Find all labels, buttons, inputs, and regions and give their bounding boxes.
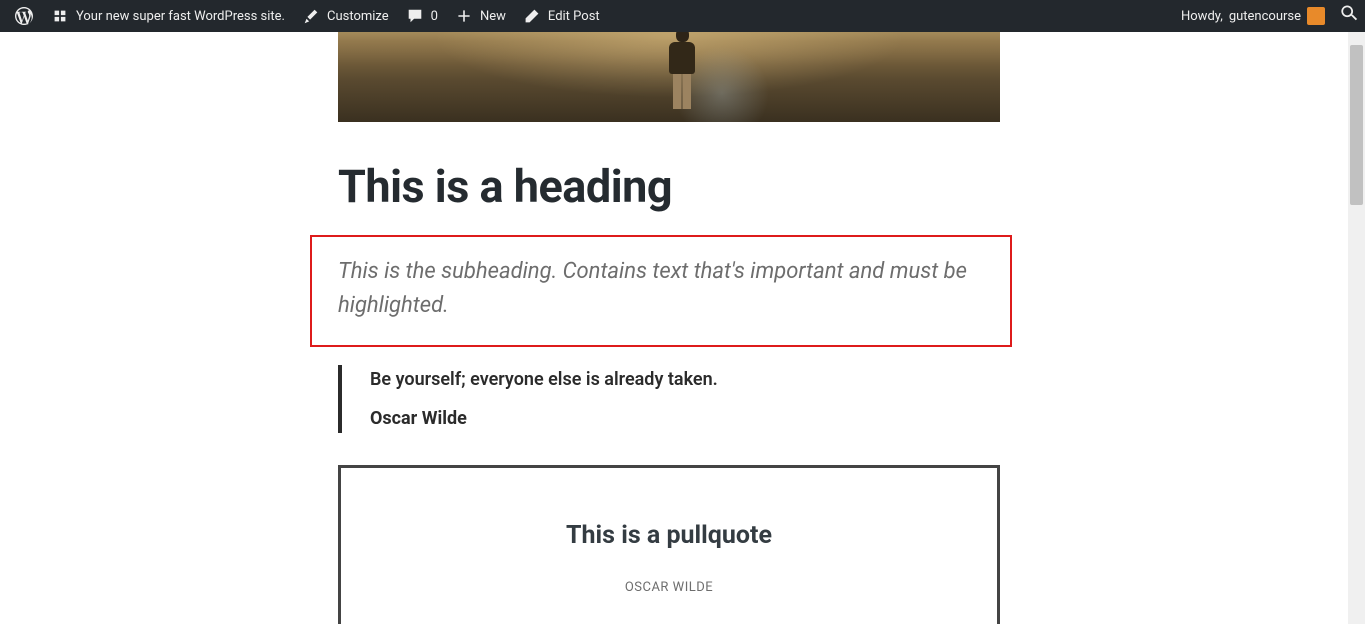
- edit-post-label: Edit Post: [548, 9, 600, 24]
- username: gutencourse: [1229, 9, 1301, 24]
- pencil-icon: [522, 6, 542, 26]
- comments-link[interactable]: 0: [397, 0, 446, 32]
- brush-icon: [301, 6, 321, 26]
- comments-count: 0: [431, 9, 438, 24]
- wp-admin-bar: Your new super fast WordPress site. Cust…: [0, 0, 1365, 32]
- site-title: Your new super fast WordPress site.: [76, 9, 285, 24]
- admin-bar-right: Howdy, gutencourse: [1173, 0, 1365, 32]
- scrollbar-thumb[interactable]: [1350, 45, 1363, 205]
- howdy-prefix: Howdy,: [1181, 9, 1223, 24]
- subheading-text: This is the subheading. Contains text th…: [338, 255, 984, 323]
- hero-image: [338, 32, 1000, 122]
- comments-icon: [405, 6, 425, 26]
- wordpress-icon: [14, 6, 34, 26]
- post-content: This is a heading This is the subheading…: [334, 32, 1014, 624]
- wp-logo-link[interactable]: [6, 0, 42, 32]
- page-viewport: This is a heading This is the subheading…: [0, 32, 1348, 624]
- pullquote-author: OSCAR WILDE: [625, 580, 713, 595]
- highlighted-subheading-box: This is the subheading. Contains text th…: [310, 235, 1012, 347]
- customize-link[interactable]: Customize: [293, 0, 397, 32]
- dashboard-icon: [50, 6, 70, 26]
- customize-label: Customize: [327, 9, 389, 24]
- edit-post-link[interactable]: Edit Post: [514, 0, 608, 32]
- account-link[interactable]: Howdy, gutencourse: [1173, 0, 1333, 32]
- pullquote: This is a pullquote OSCAR WILDE: [338, 465, 1000, 624]
- pullquote-text: This is a pullquote: [566, 521, 772, 550]
- new-link[interactable]: New: [446, 0, 514, 32]
- new-label: New: [480, 9, 506, 24]
- avatar: [1307, 7, 1325, 25]
- search-icon: [1340, 5, 1358, 27]
- scrollbar-track[interactable]: [1348, 17, 1365, 624]
- blockquote-text: Be yourself; everyone else is already ta…: [370, 369, 1014, 390]
- admin-bar-left: Your new super fast WordPress site. Cust…: [0, 0, 608, 32]
- hero-figure: [662, 32, 702, 109]
- site-name-link[interactable]: Your new super fast WordPress site.: [42, 0, 293, 32]
- blockquote: Be yourself; everyone else is already ta…: [338, 365, 1014, 433]
- page-heading: This is a heading: [338, 160, 1014, 213]
- plus-icon: [454, 6, 474, 26]
- search-button[interactable]: [1333, 0, 1365, 32]
- blockquote-author: Oscar Wilde: [370, 408, 1014, 429]
